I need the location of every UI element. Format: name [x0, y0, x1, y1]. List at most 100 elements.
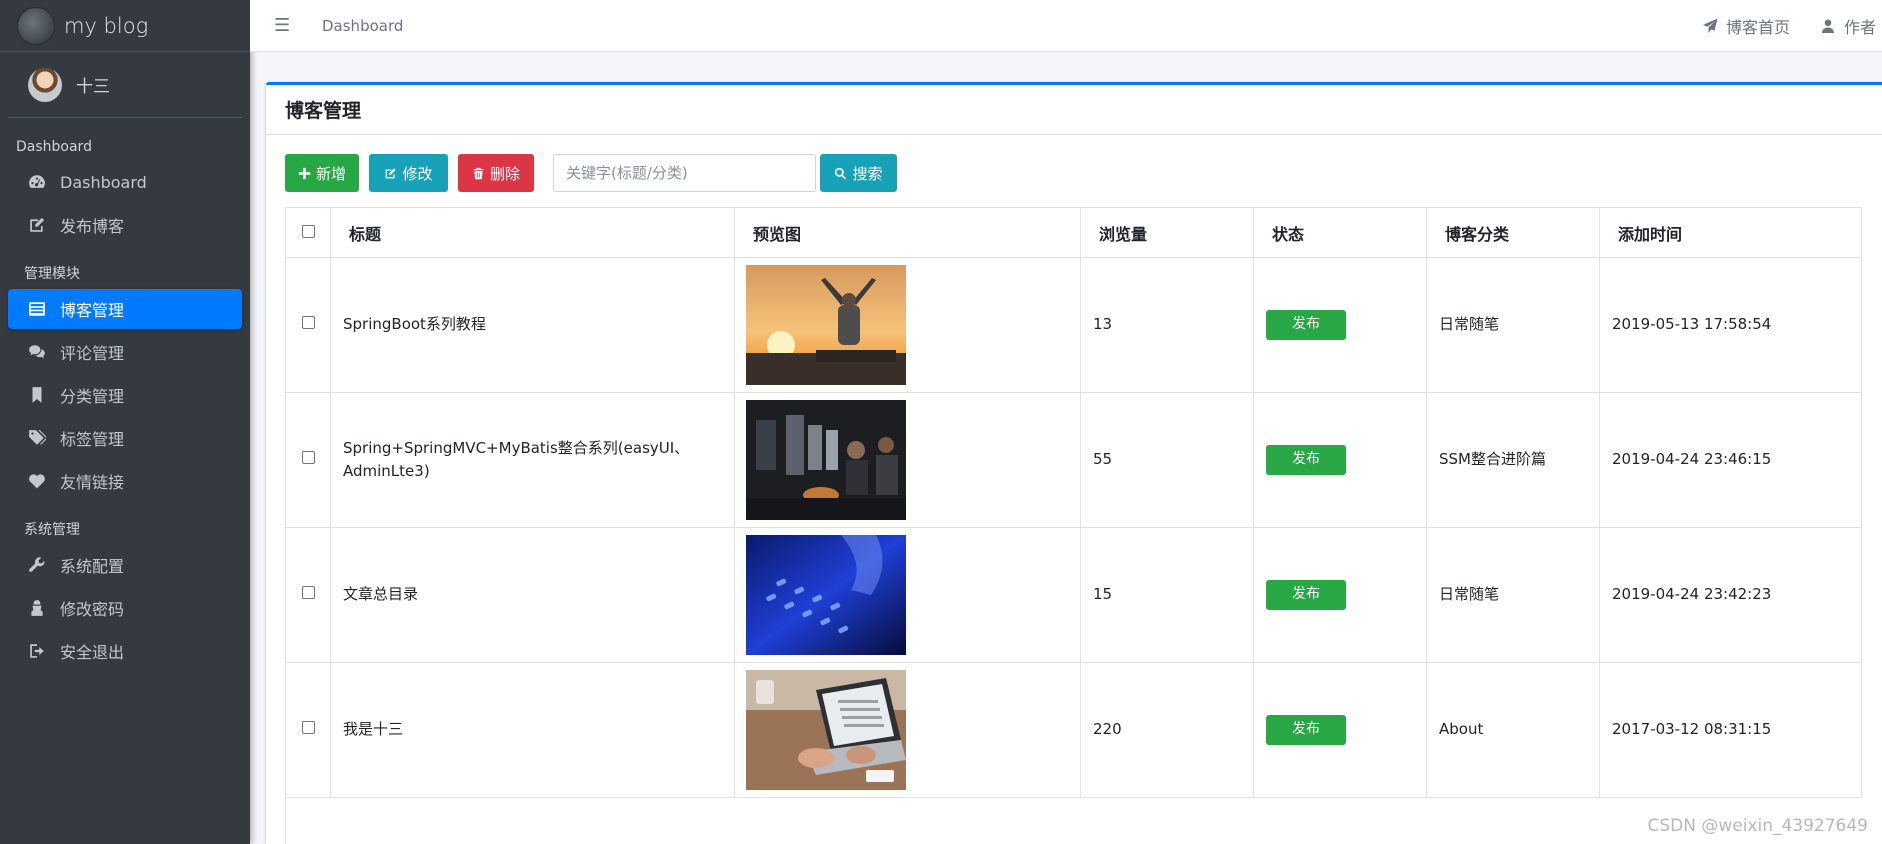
tags-icon	[26, 428, 48, 448]
user-panel[interactable]: 十三	[8, 52, 242, 118]
row-views: 15	[1080, 527, 1254, 663]
sidebar-item-blog-manage[interactable]: 博客管理	[8, 289, 242, 329]
sidebar-item-label: 博客管理	[60, 301, 125, 320]
watermark: CSDN @weixin_43927649	[1647, 816, 1868, 836]
edit-button-label: 修改	[402, 165, 433, 183]
sign-out-icon	[26, 641, 48, 661]
row-title: 我是十三	[330, 662, 735, 798]
author-label: 作者	[1843, 18, 1876, 37]
add-button[interactable]: 新增	[285, 154, 359, 192]
select-all-checkbox[interactable]	[301, 225, 315, 238]
row-status-cell: 发布	[1253, 527, 1427, 663]
row-views: 220	[1080, 662, 1254, 798]
add-button-label: 新增	[316, 165, 347, 183]
sidebar-item-label: 发布博客	[60, 217, 125, 236]
table-row[interactable]: 我是十三 220 发布 About 2017-03-12 08:31:15	[285, 662, 1862, 798]
row-title: 文章总目录	[330, 527, 735, 663]
nav-header-dashboard: Dashboard	[16, 139, 92, 155]
status-badge[interactable]: 发布	[1266, 715, 1346, 745]
sidebar-item-password[interactable]: 修改密码	[8, 588, 242, 628]
edit-button[interactable]: 修改	[369, 154, 448, 192]
top-right-links: 博客首页 作者	[1702, 0, 1882, 52]
row-status-cell: 发布	[1253, 662, 1427, 798]
list-icon	[26, 299, 48, 319]
edit-icon	[26, 215, 48, 235]
blog-manage-card: 博客管理 新增 修改 删除 搜索 标题	[266, 82, 1882, 844]
row-preview-cell	[734, 662, 1081, 798]
select-all-cell	[285, 207, 331, 258]
author-link[interactable]: 作者	[1820, 14, 1876, 38]
table-bottom-border	[285, 798, 286, 844]
sunset-person-thumbnail	[746, 265, 906, 385]
row-time: 2019-04-24 23:42:23	[1599, 527, 1862, 663]
delete-button[interactable]: 删除	[458, 154, 534, 192]
sidebar-item-label: 标签管理	[60, 430, 125, 449]
sidebar-item-label: 安全退出	[60, 643, 125, 662]
sidebar: my blog 十三 Dashboard Dashboard 发布博客 管理模块…	[0, 0, 250, 844]
row-preview-cell	[734, 527, 1081, 663]
status-badge[interactable]: 发布	[1266, 445, 1346, 475]
status-badge[interactable]: 发布	[1266, 580, 1346, 610]
user-secret-icon	[26, 598, 48, 618]
row-category: About	[1426, 662, 1600, 798]
row-preview-cell	[734, 392, 1081, 528]
sidebar-item-category[interactable]: 分类管理	[8, 375, 242, 415]
search-button-label: 搜索	[852, 165, 883, 183]
blog-table: 标题 预览图 浏览量 状态 博客分类 添加时间 SpringBoot系列教程 1…	[285, 207, 1862, 798]
row-category: 日常随笔	[1426, 257, 1600, 393]
search-input[interactable]	[553, 154, 816, 192]
toolbar: 新增 修改 删除 搜索	[285, 154, 897, 192]
sidebar-item-dashboard[interactable]: Dashboard	[8, 162, 242, 202]
sidebar-item-label: 评论管理	[60, 344, 125, 363]
plus-icon	[298, 167, 311, 179]
row-select-cell	[285, 662, 331, 798]
row-category: SSM整合进阶篇	[1426, 392, 1600, 528]
sidebar-item-tags[interactable]: 标签管理	[8, 418, 242, 458]
top-navbar: ☰ Dashboard 博客首页 作者	[250, 0, 1882, 52]
search-button[interactable]: 搜索	[820, 154, 897, 192]
row-time: 2017-03-12 08:31:15	[1599, 662, 1862, 798]
card-title: 博客管理	[285, 100, 362, 122]
row-title: Spring+SpringMVC+MyBatis整合系列(easyUI、Admi…	[330, 392, 735, 528]
comments-icon	[26, 342, 48, 362]
sidebar-item-label: 修改密码	[60, 600, 125, 619]
bookmark-icon	[26, 385, 48, 405]
row-status-cell: 发布	[1253, 392, 1427, 528]
blog-home-label: 博客首页	[1725, 18, 1790, 37]
row-checkbox[interactable]	[301, 451, 315, 465]
wrench-icon	[26, 555, 48, 575]
row-select-cell	[285, 392, 331, 528]
table-row[interactable]: Spring+SpringMVC+MyBatis整合系列(easyUI、Admi…	[285, 392, 1862, 528]
sidebar-item-label: 系统配置	[60, 557, 125, 576]
laptop-typing-thumbnail	[746, 670, 906, 790]
user-icon	[1821, 19, 1834, 33]
brand-logo	[18, 7, 54, 44]
menu-toggle-icon[interactable]: ☰	[274, 15, 292, 36]
brand[interactable]: my blog	[0, 0, 250, 52]
column-header-time[interactable]: 添加时间	[1599, 207, 1862, 258]
status-badge[interactable]: 发布	[1266, 310, 1346, 340]
blog-home-link[interactable]: 博客首页	[1702, 14, 1790, 38]
table-header-row: 标题 预览图 浏览量 状态 博客分类 添加时间	[285, 207, 1862, 258]
table-row[interactable]: 文章总目录 15 发布 日常随笔 2019-04-24 23:42:23	[285, 527, 1862, 663]
row-checkbox[interactable]	[301, 586, 315, 600]
breadcrumb-dashboard[interactable]: Dashboard	[322, 17, 403, 35]
row-checkbox[interactable]	[301, 721, 315, 735]
sidebar-item-publish[interactable]: 发布博客	[8, 205, 242, 245]
row-category: 日常随笔	[1426, 527, 1600, 663]
table-row[interactable]: SpringBoot系列教程 13 发布 日常随笔 2019-05-13 17:…	[285, 257, 1862, 393]
column-header-category[interactable]: 博客分类	[1426, 207, 1600, 258]
column-header-views[interactable]: 浏览量	[1080, 207, 1254, 258]
heart-icon	[26, 471, 48, 491]
sidebar-item-comments[interactable]: 评论管理	[8, 332, 242, 372]
column-header-title[interactable]: 标题	[330, 207, 735, 258]
row-select-cell	[285, 527, 331, 663]
column-header-preview[interactable]: 预览图	[734, 207, 1081, 258]
row-checkbox[interactable]	[301, 316, 315, 330]
column-header-status[interactable]: 状态	[1253, 207, 1427, 258]
sidebar-item-links[interactable]: 友情链接	[8, 461, 242, 501]
card-header: 博客管理	[266, 85, 1882, 135]
nav-header-manage: 管理模块	[24, 266, 80, 282]
sidebar-item-logout[interactable]: 安全退出	[8, 631, 242, 671]
sidebar-item-config[interactable]: 系统配置	[8, 545, 242, 585]
